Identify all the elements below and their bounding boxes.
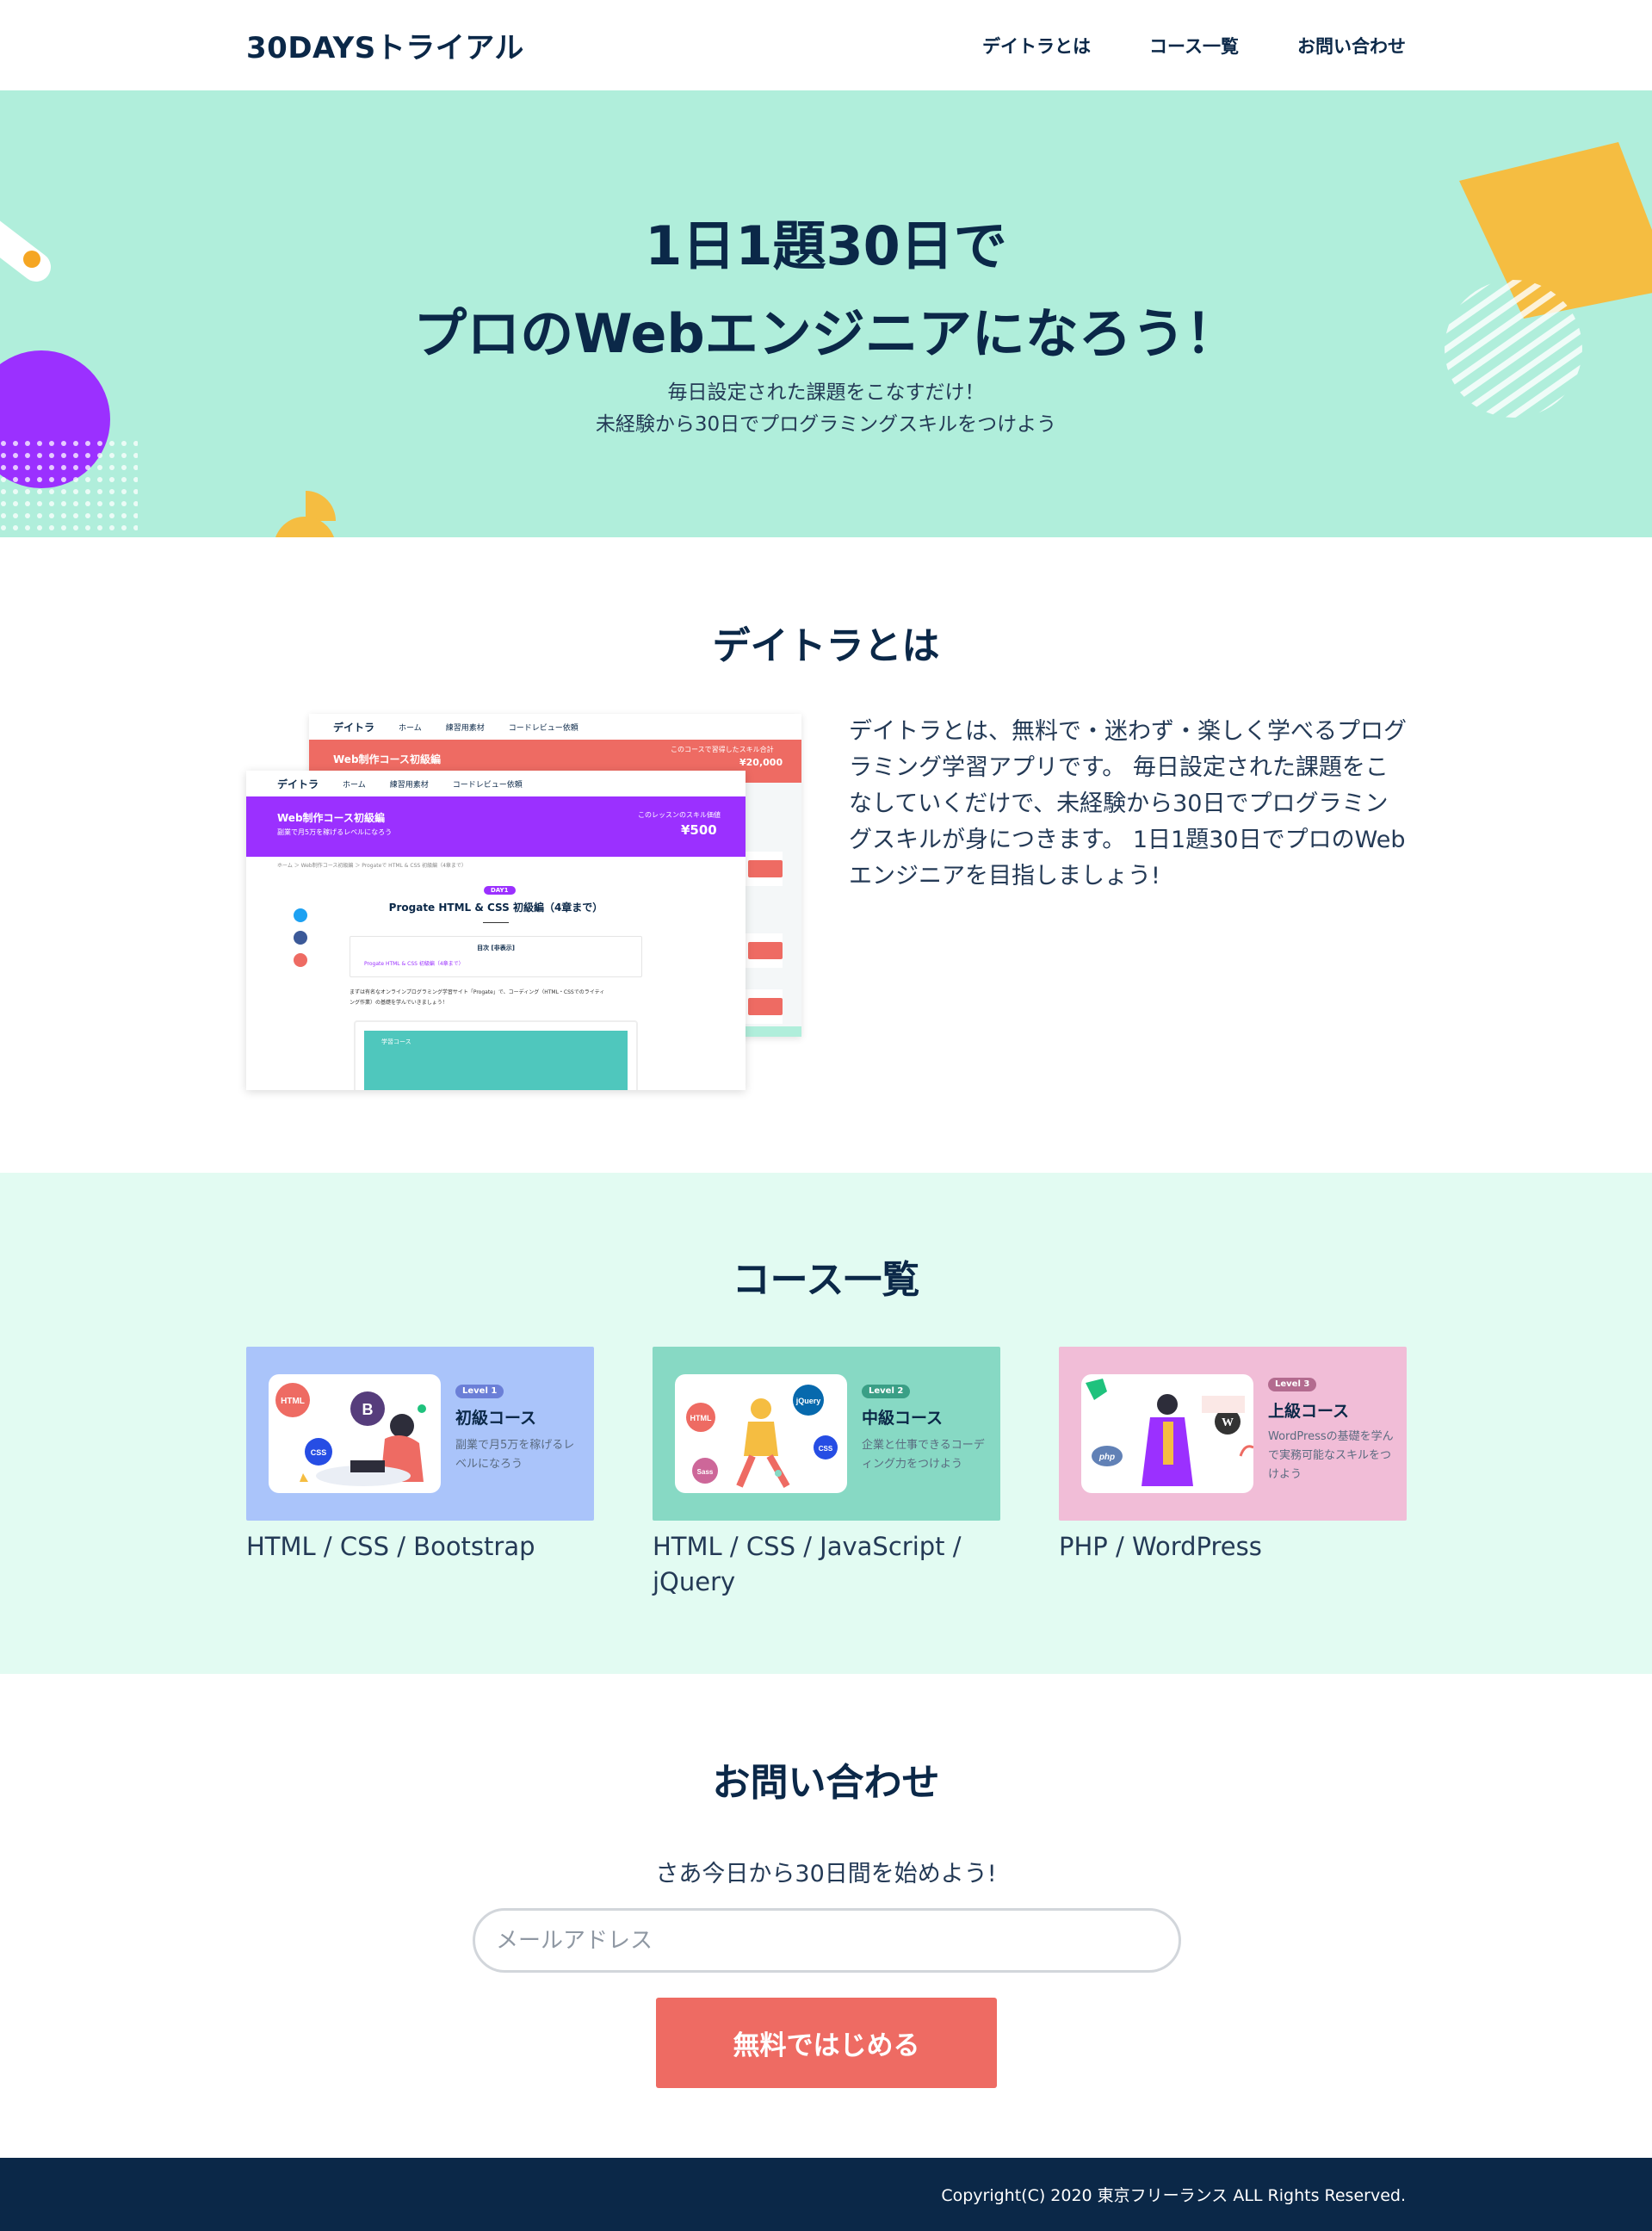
sass-badge: Sass — [697, 1468, 714, 1476]
nav-item-contact[interactable]: お問い合わせ — [1297, 33, 1406, 59]
course-illustration: HTML B CSS — [269, 1374, 441, 1493]
advanced-illustration: W php — [1086, 1379, 1253, 1486]
mock-back-banner-note: このコースで習得したスキル合計 — [671, 746, 774, 753]
mock-back-nav-2: 練習用素材 — [445, 723, 485, 733]
mock-toc-title: 目次 [非表示] — [477, 945, 515, 951]
course-tags: HTML / CSS / JavaScript / jQuery — [653, 1532, 962, 1596]
course-card[interactable]: HTML B CSS Level 1 初級コース 副業で月5万を稼げるレベルにな… — [246, 1347, 594, 1521]
courses-inner: コース一覧 HTML B CSS Level 1 初級コース 副業で月5万を稼げ… — [246, 1173, 1407, 1674]
mock-front-header: デイトラ ホーム 練習用素材 コードレビュー依頼 — [246, 771, 746, 796]
html-badge: HTML — [281, 1397, 305, 1406]
mock-back-header: デイトラ ホーム 練習用素材 コードレビュー依頼 — [309, 714, 801, 740]
mock-front-nav-3: コードレビュー依頼 — [452, 780, 523, 790]
html-badge: HTML — [690, 1414, 712, 1422]
about-title: デイトラとは — [712, 624, 940, 668]
course-name: 上級コース — [1268, 1402, 1350, 1421]
course-level-badge: Level 1 — [455, 1385, 504, 1398]
beginner-illustration: HTML B CSS — [275, 1383, 426, 1486]
course-description: 副業で月5万を稼げるレベルになろう — [455, 1439, 575, 1471]
site-header: 30DAYSトライアル デイトラとは コース一覧 お問い合わせ — [0, 0, 1652, 90]
course-tags: HTML / CSS / Bootstrap — [246, 1532, 535, 1561]
intermediate-illustration: HTML jQuery CSS Sass — [686, 1385, 838, 1488]
link-icon — [294, 953, 307, 967]
site-logo[interactable]: 30DAYSトライアル — [246, 24, 524, 66]
contact-section: お問い合わせ さあ今日から30日間を始めよう! 無料ではじめる — [0, 1674, 1652, 2158]
mock-back-nav-1: ホーム — [399, 723, 422, 733]
course-illustration: W php — [1081, 1374, 1253, 1493]
facebook-icon — [294, 931, 307, 945]
css-badge: CSS — [819, 1445, 833, 1453]
course-level-badge: Level 3 — [1268, 1378, 1317, 1391]
mock-lesson-box-label: 学習コース — [364, 1031, 628, 1090]
course-description: WordPressの基礎を学んで実務可能なスキルをつけよう — [1268, 1430, 1394, 1481]
mock-back-banner-title: Web制作コース初級編 — [333, 753, 441, 765]
hero-title: 1日1題30日で プロのWebエンジニアになろう！ — [0, 202, 1652, 378]
mock-lesson-title: Progate HTML & CSS 初級編（4章まで） — [388, 902, 603, 914]
php-badge: php — [1098, 1453, 1115, 1462]
about-inner: デイトラとは デイトラ ホーム 練習用素材 コードレビュー依頼 Web制作コース… — [246, 537, 1407, 1173]
site-footer: Copyright(C) 2020 東京フリーランス ALL Rights Re… — [0, 2158, 1652, 2231]
mock-toc: 目次 [非表示] Progate HTML & CSS 初級編（4章まで） — [350, 936, 642, 977]
course-item-intermediate[interactable]: HTML jQuery CSS Sass Level 2 中級コース 企業と仕事… — [653, 1347, 1000, 1600]
mock-breadcrumb: ホーム ＞ Web制作コース初級編 ＞ Progateで HTML & CSS … — [277, 863, 467, 869]
mock-day-badge: DAY1 — [484, 886, 516, 895]
copyright: Copyright(C) 2020 東京フリーランス ALL Rights Re… — [941, 2186, 1406, 2205]
contact-lead: さあ今日から30日間を始めよう! — [655, 1861, 997, 1887]
mock-back-nav-3: コードレビュー依頼 — [508, 723, 579, 733]
footer-inner: Copyright(C) 2020 東京フリーランス ALL Rights Re… — [246, 2158, 1406, 2231]
mock-front-nav-1: ホーム — [343, 780, 366, 790]
mock-front-banner-price: ¥500 — [681, 822, 717, 838]
course-card[interactable]: HTML jQuery CSS Sass Level 2 中級コース 企業と仕事… — [653, 1347, 1000, 1521]
hero-subtitle-line2: 未経験から30日でプログラミングスキルをつけよう — [595, 413, 1057, 436]
bootstrap-badge: B — [362, 1401, 374, 1418]
course-item-advanced[interactable]: W php Level 3 上級コース WordPressの基礎を学んで実務可能… — [1059, 1347, 1407, 1565]
wordpress-badge: W — [1222, 1416, 1234, 1429]
course-name: 初級コース — [455, 1409, 537, 1428]
header-inner: 30DAYSトライアル デイトラとは コース一覧 お問い合わせ — [246, 0, 1406, 90]
app-screenshot: デイトラ ホーム 練習用素材 コードレビュー依頼 Web制作コース初級編 このコ… — [246, 714, 801, 1090]
nav-item-about[interactable]: デイトラとは — [982, 33, 1091, 59]
contact-title: お問い合わせ — [712, 1761, 940, 1805]
mock-front-window: デイトラ ホーム 練習用素材 コードレビュー依頼 Web制作コース初級編 副業で… — [246, 771, 746, 1090]
course-card[interactable]: W php Level 3 上級コース WordPressの基礎を学んで実務可能… — [1059, 1347, 1407, 1521]
hero-subtitle: 毎日設定された課題をこなすだけ！ 未経験から30日でプログラミングスキルをつけよ… — [0, 377, 1652, 441]
mock-lesson-body: まずは有名なオンラインプログラミング学習サイト「Progate」で、コーディング… — [350, 989, 605, 1006]
mock-lesson-box: 学習コース — [354, 1020, 638, 1090]
about-description: デイトラとは、無料で・迷わず・楽しく学べるプログラミング学習アプリです。 毎日設… — [849, 718, 1407, 889]
mock-front-banner-note: このレッスンのスキル価値 — [638, 811, 721, 819]
jquery-badge: jQuery — [795, 1397, 821, 1405]
mock-back-brand: デイトラ — [333, 721, 375, 734]
courses-title: コース一覧 — [732, 1258, 920, 1302]
start-free-button[interactable]: 無料ではじめる — [656, 1998, 997, 2088]
hero-subtitle-line1: 毎日設定された課題をこなすだけ！ — [667, 381, 985, 404]
mock-front-banner-sub: 副業で月5万を稼げるレベルになろう — [277, 828, 393, 836]
course-tags: PHP / WordPress — [1059, 1532, 1262, 1561]
mock-front-banner-title: Web制作コース初級編 — [277, 812, 385, 824]
mock-front-banner: Web制作コース初級編 副業で月5万を稼げるレベルになろう このレッスンのスキル… — [246, 796, 746, 857]
courses-section: コース一覧 HTML B CSS Level 1 初級コース 副業で月5万を稼げ… — [0, 1173, 1652, 1674]
course-level-badge: Level 2 — [862, 1385, 911, 1398]
email-input[interactable] — [473, 1908, 1181, 1973]
mock-front-nav-2: 練習用素材 — [389, 780, 429, 790]
mock-front-brand: デイトラ — [277, 778, 319, 790]
course-illustration: HTML jQuery CSS Sass — [675, 1374, 847, 1493]
course-description: 企業と仕事できるコーディング力をつけよう — [862, 1439, 985, 1471]
nav-item-courses[interactable]: コース一覧 — [1149, 33, 1239, 59]
mock-share-icons — [294, 908, 307, 967]
course-item-beginner[interactable]: HTML B CSS Level 1 初級コース 副業で月5万を稼げるレベルにな… — [246, 1347, 594, 1565]
hero-title-line1: 1日1題30日で — [645, 214, 1007, 277]
mock-toc-item: Progate HTML & CSS 初級編（4章まで） — [364, 961, 464, 967]
global-nav: デイトラとは コース一覧 お問い合わせ — [982, 33, 1406, 59]
mock-back-banner-price: ¥20,000 — [739, 757, 783, 768]
hero-title-line2: プロのWebエンジニアになろう！ — [413, 302, 1239, 365]
hero-section: 1日1題30日で プロのWebエンジニアになろう！ 毎日設定された課題をこなすだ… — [0, 90, 1652, 537]
css-badge: CSS — [311, 1448, 327, 1457]
about-section: デイトラとは デイトラ ホーム 練習用素材 コードレビュー依頼 Web制作コース… — [0, 537, 1652, 1173]
course-name: 中級コース — [862, 1409, 944, 1428]
